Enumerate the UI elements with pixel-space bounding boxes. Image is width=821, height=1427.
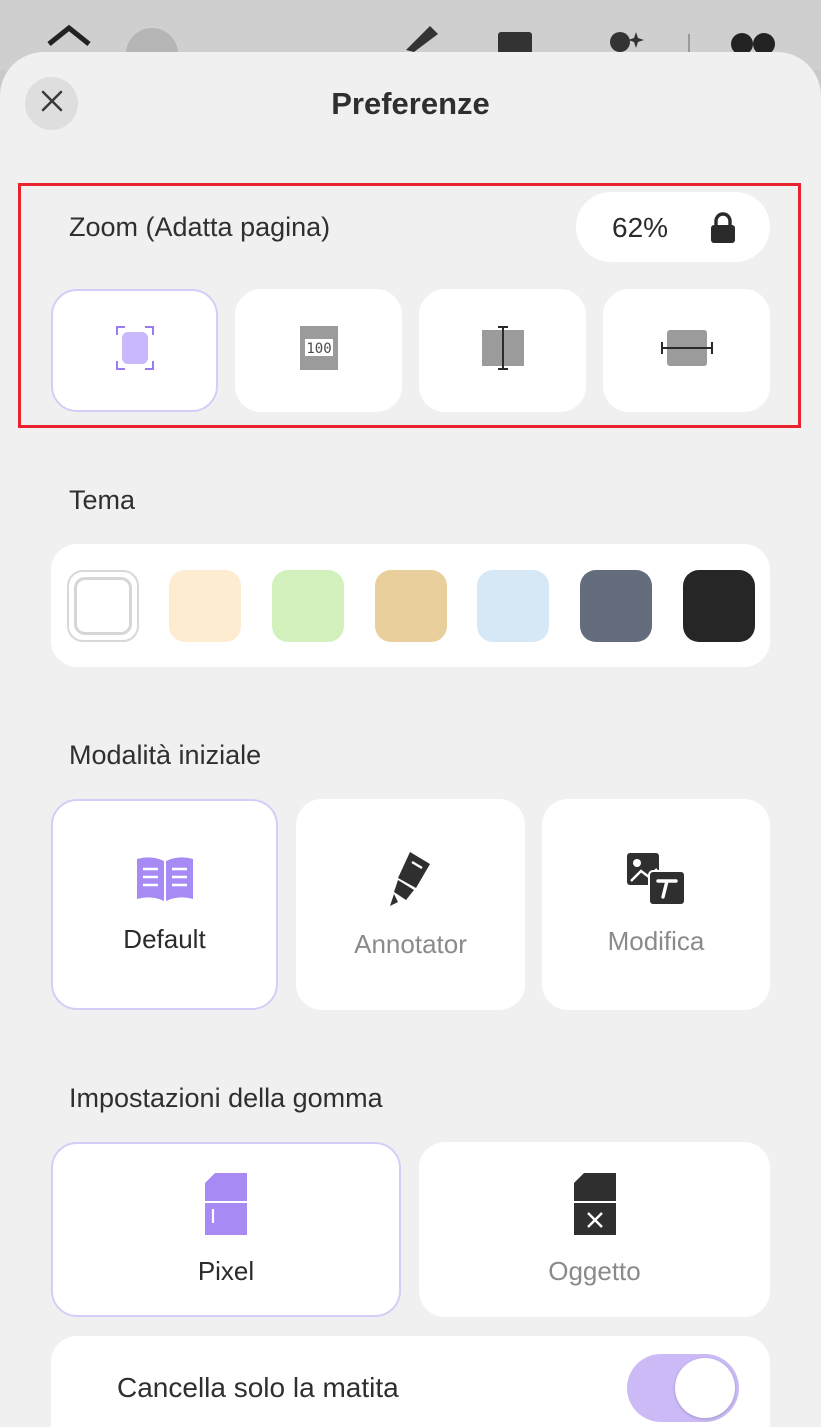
zoom-option-fit-page[interactable] — [51, 289, 218, 412]
theme-swatch-cream[interactable] — [169, 570, 241, 642]
zoom-option-fit-height[interactable] — [603, 289, 770, 412]
svg-text:100: 100 — [306, 341, 331, 357]
eraser-object-option[interactable]: Oggetto — [419, 1142, 770, 1317]
start-mode-annotator-label: Annotator — [354, 928, 467, 959]
start-mode-annotator[interactable]: Annotator — [296, 799, 525, 1010]
start-mode-modifica-label: Modifica — [607, 925, 705, 956]
zoom-option-actual-size[interactable]: 100 — [235, 289, 402, 412]
pencil-only-row: Cancella solo la matita — [51, 1336, 770, 1427]
theme-label: Tema — [69, 485, 136, 515]
eraser-pixel-option[interactable]: Pixel — [51, 1142, 401, 1317]
theme-selector — [51, 544, 770, 667]
zoom-option-fit-width[interactable] — [419, 289, 586, 412]
theme-swatch-light-blue[interactable] — [477, 570, 549, 642]
object-eraser-icon — [573, 1172, 616, 1240]
eraser-object-label: Oggetto — [548, 1255, 641, 1286]
start-mode-default[interactable]: Default — [51, 799, 278, 1010]
zoom-value: 62% — [612, 212, 669, 243]
lock-icon[interactable] — [710, 212, 736, 249]
eraser-pixel-label: Pixel — [197, 1255, 255, 1286]
start-mode-label: Modalità iniziale — [69, 740, 262, 770]
zoom-value-pill[interactable]: 62% — [576, 192, 770, 262]
highlighter-icon — [388, 850, 434, 913]
actual-size-icon: 100 — [299, 326, 338, 375]
fit-page-icon — [115, 326, 154, 375]
theme-swatch-green[interactable] — [272, 570, 344, 642]
theme-swatch-white[interactable] — [67, 570, 139, 642]
start-mode-modifica[interactable]: Modifica — [542, 799, 770, 1010]
zoom-label: Zoom (Adatta pagina) — [69, 212, 331, 242]
theme-swatch-sand[interactable] — [375, 570, 447, 642]
pencil-only-label: Cancella solo la matita — [117, 1372, 399, 1403]
edit-image-text-icon — [627, 852, 686, 910]
theme-swatch-slate[interactable] — [580, 570, 652, 642]
eraser-settings-label: Impostazioni della gomma — [69, 1083, 383, 1113]
theme-swatch-black[interactable] — [683, 570, 755, 642]
start-mode-default-label: Default — [123, 923, 206, 954]
pencil-only-toggle[interactable] — [627, 1354, 739, 1422]
page-title: Preferenze — [331, 86, 490, 121]
fit-width-icon — [481, 326, 525, 375]
fit-height-icon — [660, 330, 713, 371]
preferences-sheet: Preferenze Zoom (Adatta pagina) 62% 100 — [0, 52, 821, 1427]
book-icon — [135, 855, 195, 908]
pixel-eraser-icon — [205, 1172, 247, 1240]
toggle-knob — [675, 1358, 735, 1418]
